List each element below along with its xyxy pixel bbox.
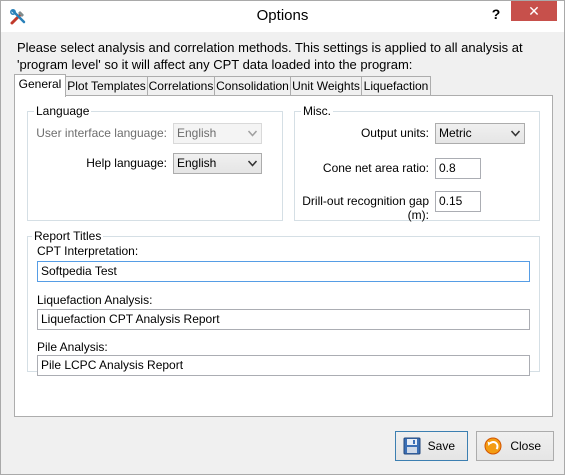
language-group-title: Language	[34, 104, 92, 118]
cone-net-area-ratio-input[interactable]: 0.8	[435, 158, 481, 179]
save-button[interactable]: Save	[395, 431, 468, 461]
close-button[interactable]: Close	[476, 431, 554, 461]
save-button-label: Save	[427, 439, 455, 453]
ui-language-label: User interface language:	[36, 126, 167, 140]
drill-out-gap-label: Drill-out recognition gap (m):	[302, 194, 429, 222]
tab-correlations[interactable]: Correlations	[147, 76, 215, 96]
tab-general[interactable]: General	[14, 74, 66, 97]
drill-out-gap-input[interactable]: 0.15	[435, 191, 481, 212]
help-button[interactable]: ?	[487, 6, 505, 26]
chevron-down-icon	[511, 130, 520, 137]
pile-analysis-input[interactable]: Pile LCPC Analysis Report	[37, 355, 530, 376]
ui-language-select: English	[173, 123, 262, 144]
liquefaction-analysis-input[interactable]: Liquefaction CPT Analysis Report	[37, 309, 530, 330]
tab-consolidation[interactable]: Consolidation	[214, 76, 291, 96]
report-titles-group-title: Report Titles	[32, 229, 104, 243]
report-titles-group: Report Titles CPT Interpretation: Softpe…	[27, 229, 540, 376]
cpt-interpretation-label: CPT Interpretation:	[37, 244, 139, 258]
intro-text: Please select analysis and correlation m…	[17, 40, 523, 72]
title-bar: Options ? ✕	[1, 1, 564, 32]
undo-arrow-icon	[484, 437, 502, 455]
output-units-label: Output units:	[360, 126, 429, 140]
window-title: Options	[256, 7, 309, 24]
chevron-down-icon	[248, 160, 257, 167]
chevron-down-icon	[248, 130, 257, 137]
liquefaction-analysis-label: Liquefaction Analysis:	[37, 293, 153, 307]
tab-liquefaction[interactable]: Liquefaction	[361, 76, 431, 96]
tab-unit-weights[interactable]: Unit Weights	[290, 76, 362, 96]
help-language-select[interactable]: English	[173, 153, 262, 174]
pile-analysis-label: Pile Analysis:	[37, 340, 108, 354]
window-close-button[interactable]: ✕	[511, 1, 557, 21]
output-units-value: Metric	[439, 126, 472, 140]
ui-language-value: English	[177, 126, 217, 140]
close-button-label: Close	[510, 439, 541, 453]
language-group: Language User interface language: Englis…	[27, 104, 283, 221]
help-language-value: English	[177, 156, 217, 170]
cpt-interpretation-input[interactable]: Softpedia Test	[37, 261, 530, 282]
tab-plot-templates[interactable]: Plot Templates	[65, 76, 148, 96]
help-language-label: Help language:	[86, 156, 167, 170]
general-tab-panel: Language User interface language: Englis…	[14, 95, 553, 417]
misc-group: Misc. Output units: Metric Cone net area…	[294, 104, 540, 222]
options-window: Options ? ✕ Please select analysis and c…	[0, 0, 565, 475]
output-units-select[interactable]: Metric	[435, 123, 525, 144]
floppy-disk-icon	[403, 437, 421, 455]
cone-net-area-ratio-label: Cone net area ratio:	[322, 161, 429, 175]
misc-group-title: Misc.	[301, 104, 333, 118]
